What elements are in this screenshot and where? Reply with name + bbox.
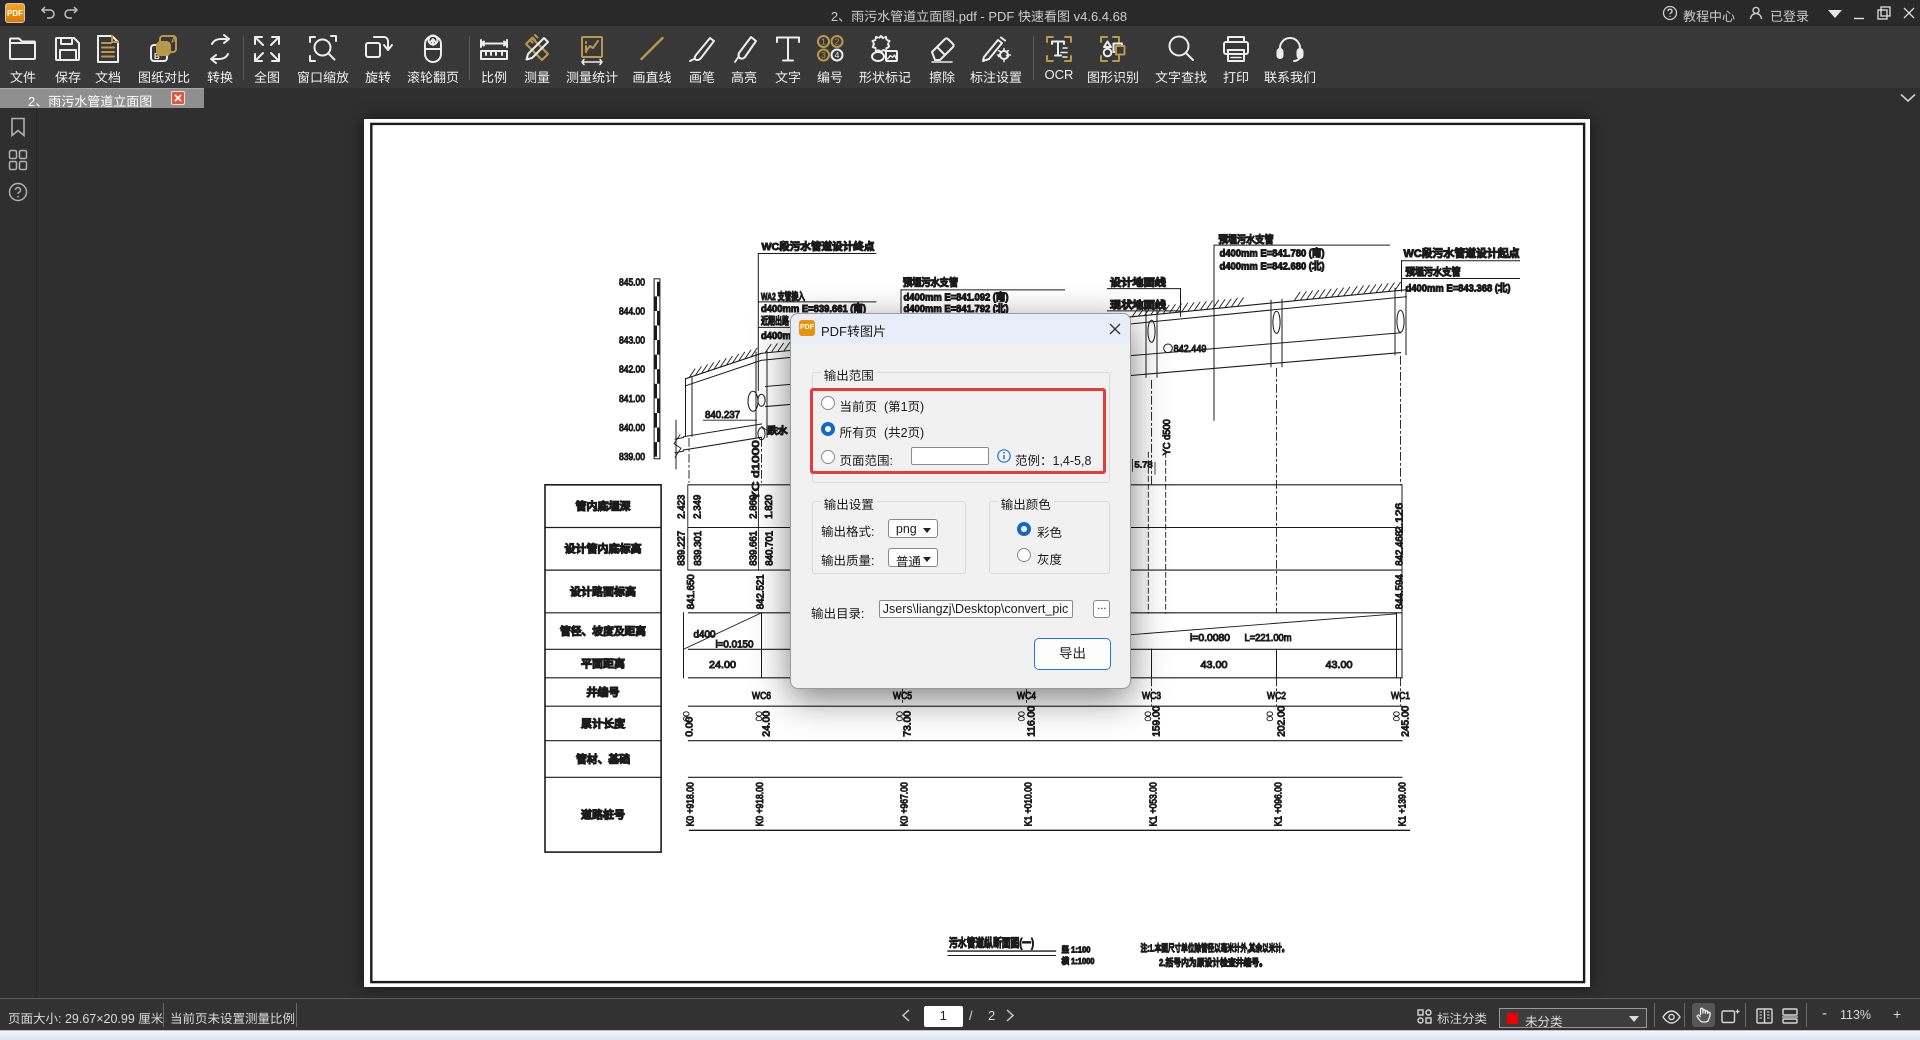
svg-text:43.00: 43.00 xyxy=(1201,659,1228,671)
svg-text:842.00: 842.00 xyxy=(619,365,645,376)
svg-text:842.468: 842.468 xyxy=(1395,530,1406,565)
svg-text:839.227: 839.227 xyxy=(677,530,688,565)
svg-text:844.00: 844.00 xyxy=(619,306,645,317)
svg-text:844.594: 844.594 xyxy=(1395,574,1406,609)
svg-text:1: 1 xyxy=(821,37,826,47)
svg-text:累计长度: 累计长度 xyxy=(581,717,626,730)
svg-text:YC d1000: YC d1000 xyxy=(751,440,762,501)
svg-text:预埋污水支管: 预埋污水支管 xyxy=(1406,265,1461,278)
svg-text:现状地面线: 现状地面线 xyxy=(1110,299,1167,312)
svg-text:2.126: 2.126 xyxy=(1395,502,1406,533)
svg-text:2.860: 2.860 xyxy=(749,494,760,518)
svg-text:840.237: 840.237 xyxy=(705,410,740,421)
svg-text:245.00: 245.00 xyxy=(1401,705,1412,736)
svg-text:839.00: 839.00 xyxy=(619,452,645,463)
svg-text:A: A xyxy=(171,36,177,45)
svg-text:K1 +053.00: K1 +053.00 xyxy=(1149,782,1160,826)
svg-text:K1 +139.00: K1 +139.00 xyxy=(1398,782,1409,826)
svg-text:设计地面线: 设计地面线 xyxy=(1110,276,1167,289)
svg-text:设计路面标高: 设计路面标高 xyxy=(570,585,636,598)
svg-text:d400mm E=843.368 (北): d400mm E=843.368 (北) xyxy=(1406,282,1511,294)
svg-text:116.00: 116.00 xyxy=(1027,705,1038,736)
svg-text:L=221.00m: L=221.00m xyxy=(1245,633,1292,644)
svg-text:73.00: 73.00 xyxy=(903,710,914,736)
svg-text:预埋污水支管: 预埋污水支管 xyxy=(903,276,958,289)
svg-text:K0 +918.00: K0 +918.00 xyxy=(686,782,697,826)
svg-text:WC3: WC3 xyxy=(1142,690,1161,702)
svg-text:平面距离: 平面距离 xyxy=(581,657,625,670)
svg-text:839.301: 839.301 xyxy=(693,530,704,565)
svg-text:24.00: 24.00 xyxy=(762,710,773,736)
svg-text:842.521: 842.521 xyxy=(756,574,767,609)
svg-text:K1 +096.00: K1 +096.00 xyxy=(1274,782,1285,826)
svg-text:i=0.0150: i=0.0150 xyxy=(716,639,754,650)
svg-text:WC段污水管道设计终点: WC段污水管道设计终点 xyxy=(762,240,875,253)
svg-text:管内底埋深: 管内底埋深 xyxy=(576,500,631,513)
svg-text:2: 2 xyxy=(835,37,840,47)
svg-text:841.00: 841.00 xyxy=(619,394,645,405)
svg-text:近期出路: 近期出路 xyxy=(761,314,789,327)
svg-text:843.00: 843.00 xyxy=(619,336,645,347)
svg-text:d400mm E=841.092 (南): d400mm E=841.092 (南) xyxy=(904,290,1009,303)
svg-text:840.00: 840.00 xyxy=(619,423,645,434)
svg-text:道路桩号: 道路桩号 xyxy=(581,808,625,821)
svg-text:管径、坡度及距离: 管径、坡度及距离 xyxy=(560,625,646,638)
svg-text:预埋污水支管: 预埋污水支管 xyxy=(1219,233,1274,246)
svg-text:竖 1:100: 竖 1:100 xyxy=(1062,944,1091,954)
svg-text:4: 4 xyxy=(835,50,840,60)
svg-text:横 1:1000: 横 1:1000 xyxy=(1062,956,1095,966)
svg-text:WC段污水管道设计起点: WC段污水管道设计起点 xyxy=(1404,247,1520,260)
svg-text:YC d500: YC d500 xyxy=(1162,419,1173,455)
svg-text:WC4: WC4 xyxy=(1017,690,1036,702)
svg-text:K1 +010.00: K1 +010.00 xyxy=(1024,782,1035,826)
svg-text:5.78: 5.78 xyxy=(1135,459,1153,469)
svg-text:注:1.本图尺寸单位除管径以毫米计外,其余以米计。: 注:1.本图尺寸单位除管径以毫米计外,其余以米计。 xyxy=(1141,942,1289,954)
svg-text:i=0.0080: i=0.0080 xyxy=(1190,633,1230,644)
svg-text:设计管内底标高: 设计管内底标高 xyxy=(565,542,642,555)
svg-text:3: 3 xyxy=(821,50,826,60)
svg-text:WC1: WC1 xyxy=(1391,690,1410,702)
svg-text:842.449: 842.449 xyxy=(1174,344,1207,355)
svg-text:d400mm E=842.680 (北): d400mm E=842.680 (北) xyxy=(1220,260,1325,272)
svg-text:43.00: 43.00 xyxy=(1326,659,1353,671)
svg-text:2.423: 2.423 xyxy=(677,494,688,518)
svg-text:0.00: 0.00 xyxy=(685,716,696,736)
svg-text:840.701: 840.701 xyxy=(765,530,776,565)
svg-text:K0 +967.00: K0 +967.00 xyxy=(900,782,911,826)
svg-text:WA2 支管接入: WA2 支管接入 xyxy=(761,290,805,303)
svg-text:WC6: WC6 xyxy=(752,690,771,702)
svg-text:污水管道纵断面图(一): 污水管道纵断面图(一) xyxy=(949,936,1034,950)
svg-text:24.00: 24.00 xyxy=(709,659,736,671)
svg-text:839.661: 839.661 xyxy=(749,530,760,565)
svg-text:2.括号内为原设计检查井编号。: 2.括号内为原设计检查井编号。 xyxy=(1159,957,1267,969)
svg-text:WC5: WC5 xyxy=(893,690,912,702)
svg-text:井编号: 井编号 xyxy=(587,686,620,699)
svg-text:841.650: 841.650 xyxy=(686,574,697,609)
svg-text:1.820: 1.820 xyxy=(764,494,775,518)
svg-text:管材、基础: 管材、基础 xyxy=(576,753,630,766)
svg-text:跌水: 跌水 xyxy=(768,425,789,437)
svg-text:K0 +918.00: K0 +918.00 xyxy=(755,782,766,826)
svg-text:2.349: 2.349 xyxy=(693,494,704,518)
svg-text:159.00: 159.00 xyxy=(1152,705,1163,736)
svg-text:845.00: 845.00 xyxy=(619,277,645,288)
svg-text:202.00: 202.00 xyxy=(1277,705,1288,736)
svg-text:d400mm E=841.780 (南): d400mm E=841.780 (南) xyxy=(1220,247,1325,260)
svg-text:WC2: WC2 xyxy=(1267,690,1286,702)
svg-text:d400: d400 xyxy=(694,629,716,640)
